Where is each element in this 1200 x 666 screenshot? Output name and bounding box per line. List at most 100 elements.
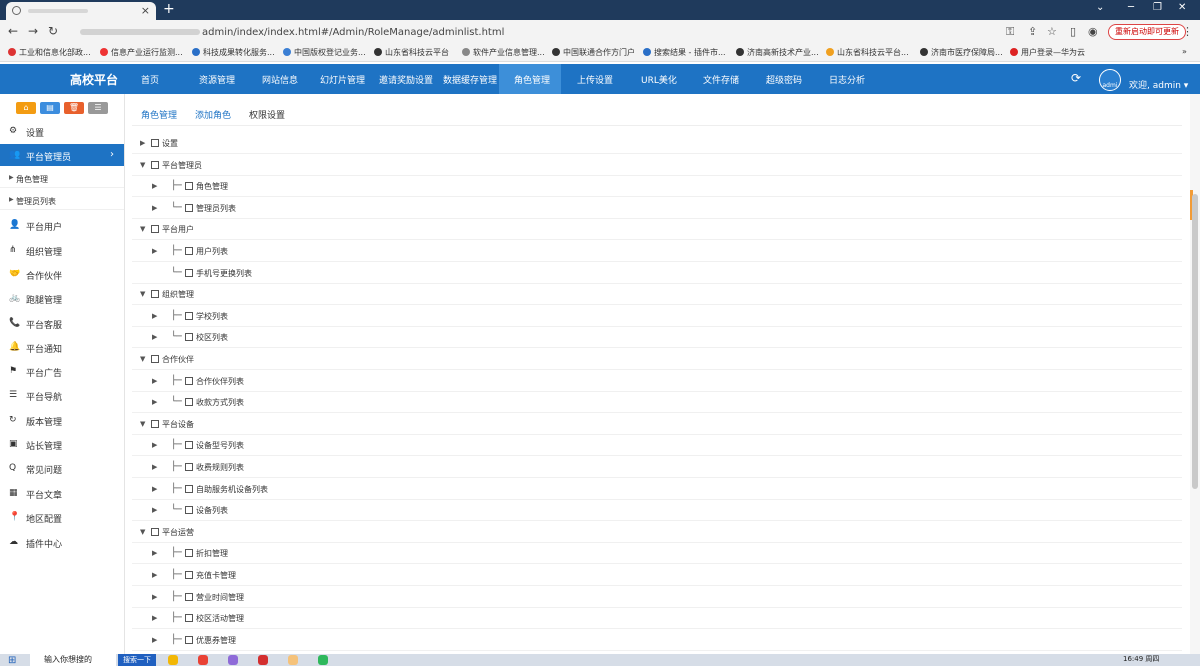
page-shortcut-icon[interactable]: ▤ [40, 102, 60, 114]
bookmark-item[interactable]: 信息产业运行监测... [100, 47, 183, 58]
permission-checkbox[interactable] [185, 614, 193, 623]
notes-icon[interactable] [288, 655, 298, 665]
scrollbar-thumb[interactable] [1192, 194, 1198, 489]
bookmark-item[interactable]: 中国联通合作方门户 [552, 47, 635, 58]
browser-menu-icon[interactable]: ⋮ [1182, 25, 1193, 38]
caret-right-icon[interactable]: ▶ [152, 506, 157, 514]
permission-checkbox[interactable] [151, 160, 159, 169]
forward-icon[interactable]: → [28, 24, 38, 38]
browser-tab[interactable]: × [6, 2, 156, 20]
permission-checkbox[interactable] [185, 549, 193, 558]
caret-right-icon[interactable]: ▶ [152, 182, 157, 190]
sidebar-item-ads[interactable]: ⚑ 平台广告 [0, 360, 124, 382]
sidebar-item-settings[interactable]: ⚙ 设置 [0, 120, 124, 142]
permission-checkbox[interactable] [185, 484, 193, 493]
caret-right-icon[interactable]: ▶ [152, 312, 157, 320]
permission-checkbox[interactable] [151, 139, 159, 147]
delete-shortcut-icon[interactable]: 🗑 [64, 102, 84, 114]
nav-upload[interactable]: 上传设置 [577, 73, 613, 86]
nav-slides[interactable]: 幻灯片管理 [320, 73, 365, 86]
caret-down-icon[interactable]: ▼ [140, 225, 145, 233]
share-icon[interactable]: ⇪ [1028, 25, 1037, 38]
nav-cache[interactable]: 数据缓存管理 [443, 73, 497, 86]
bookmark-item[interactable]: 山东省科技云平台... [826, 47, 909, 58]
bookmark-item[interactable]: 用户登录—华为云 [1010, 47, 1085, 58]
user-menu[interactable]: 欢迎, admin ▾ [1129, 78, 1188, 91]
nav-logs[interactable]: 日志分析 [829, 73, 865, 86]
tab-role-manage[interactable]: 角色管理 [141, 108, 177, 121]
permission-checkbox[interactable] [151, 527, 159, 536]
sidebar-item-navigation[interactable]: ☰ 平台导航 [0, 384, 124, 406]
bookmark-item[interactable]: 科技成果转化服务... [192, 47, 275, 58]
sidebar-item-articles[interactable]: ▦ 平台文章 [0, 482, 124, 504]
caret-right-icon[interactable]: ▶ [140, 139, 145, 147]
permission-checkbox[interactable] [185, 268, 193, 277]
nav-site-info[interactable]: 网站信息 [262, 73, 298, 86]
tab-permissions[interactable]: 权限设置 [249, 108, 285, 121]
caret-right-icon[interactable]: ▶ [152, 247, 157, 255]
caret-right-icon[interactable]: ▶ [152, 398, 157, 406]
more-bookmarks-icon[interactable]: » [1182, 47, 1187, 56]
permission-checkbox[interactable] [185, 571, 193, 579]
windows-start-icon[interactable]: ⊞ [8, 655, 16, 666]
page-scrollbar[interactable] [1190, 94, 1200, 654]
caret-right-icon[interactable]: ▶ [152, 333, 157, 341]
tab-search-icon[interactable]: ⌄ [1096, 2, 1104, 13]
minimize-icon[interactable]: ─ [1128, 2, 1134, 13]
back-icon[interactable]: ← [8, 24, 18, 38]
bookmark-item[interactable]: 济南市医疗保障局... [920, 47, 1003, 58]
refresh-icon[interactable]: ⟳ [1071, 71, 1081, 85]
caret-right-icon[interactable]: ▶ [152, 571, 157, 579]
permission-checkbox[interactable] [151, 225, 159, 234]
wechat-icon[interactable] [318, 655, 328, 665]
url-field[interactable]: admin/index/index.html#/Admin/RoleManage… [80, 27, 504, 38]
bookmark-item[interactable]: 工业和信息化部政... [8, 47, 91, 58]
permission-checkbox[interactable] [185, 247, 193, 255]
permission-checkbox[interactable] [185, 376, 193, 385]
permission-checkbox[interactable] [185, 311, 193, 320]
nav-url-rewrite[interactable]: URL美化 [641, 73, 677, 86]
tab-close-icon[interactable]: × [141, 4, 150, 17]
bookmark-item[interactable]: 搜索结果 - 插件市... [643, 47, 726, 58]
caret-right-icon[interactable]: ▶ [152, 636, 157, 644]
sidepanel-icon[interactable]: ▯ [1070, 25, 1076, 38]
bookmark-star-icon[interactable]: ☆ [1047, 25, 1057, 38]
taskbar-search-button[interactable]: 搜索一下 [118, 654, 156, 666]
home-shortcut-icon[interactable]: ⌂ [16, 102, 36, 114]
new-tab-icon[interactable]: + [163, 1, 175, 17]
reload-icon[interactable]: ↻ [48, 24, 58, 38]
avatar[interactable]: admi [1099, 69, 1121, 91]
caret-right-icon[interactable]: ▶ [152, 614, 157, 622]
permission-checkbox[interactable] [151, 355, 159, 363]
sidebar-item-partners[interactable]: 🤝 合作伙伴 [0, 263, 124, 285]
sidebar-item-users[interactable]: 👤 平台用户 [0, 214, 124, 236]
restore-icon[interactable]: ❐ [1153, 2, 1162, 13]
caret-right-icon[interactable]: ▶ [152, 593, 157, 601]
sidebar-item-support[interactable]: 📞 平台客服 [0, 312, 124, 334]
sidebar-item-platform-admins[interactable]: 👥 平台管理员 › [0, 144, 124, 166]
caret-right-icon[interactable]: ▶ [152, 463, 157, 471]
sidebar-item-errands[interactable]: 🚲 跑腿管理 [0, 287, 124, 309]
permission-checkbox[interactable] [185, 506, 193, 515]
sidebar-item-regions[interactable]: 📍 地区配置 [0, 506, 124, 528]
bookmark-item[interactable]: 山东省科技云平台 [374, 47, 449, 58]
taskbar-search-input[interactable]: 输入你想搜的 [30, 654, 116, 666]
profile-icon[interactable]: ◉ [1088, 25, 1098, 38]
password-key-icon[interactable]: ⚿ [1006, 25, 1014, 39]
caret-right-icon[interactable]: ▶ [152, 441, 157, 449]
permission-checkbox[interactable] [185, 182, 193, 191]
permission-checkbox[interactable] [185, 441, 193, 450]
nav-resources[interactable]: 资源管理 [199, 73, 235, 86]
caret-down-icon[interactable]: ▼ [140, 355, 145, 363]
caret-right-icon[interactable]: ▶ [152, 377, 157, 385]
caret-right-icon[interactable]: ▶ [152, 204, 157, 212]
permission-checkbox[interactable] [185, 333, 193, 342]
nav-home[interactable]: 首页 [141, 73, 159, 86]
browser-update-button[interactable]: 重新启动即可更新 [1108, 24, 1186, 40]
nav-roles[interactable]: 角色管理 [514, 73, 550, 86]
sidebar-item-webmasters[interactable]: ▣ 站长管理 [0, 433, 124, 455]
caret-right-icon[interactable]: ▶ [152, 485, 157, 493]
permission-checkbox[interactable] [185, 398, 193, 407]
list-shortcut-icon[interactable]: ☰ [88, 102, 108, 114]
permission-checkbox[interactable] [151, 290, 159, 299]
